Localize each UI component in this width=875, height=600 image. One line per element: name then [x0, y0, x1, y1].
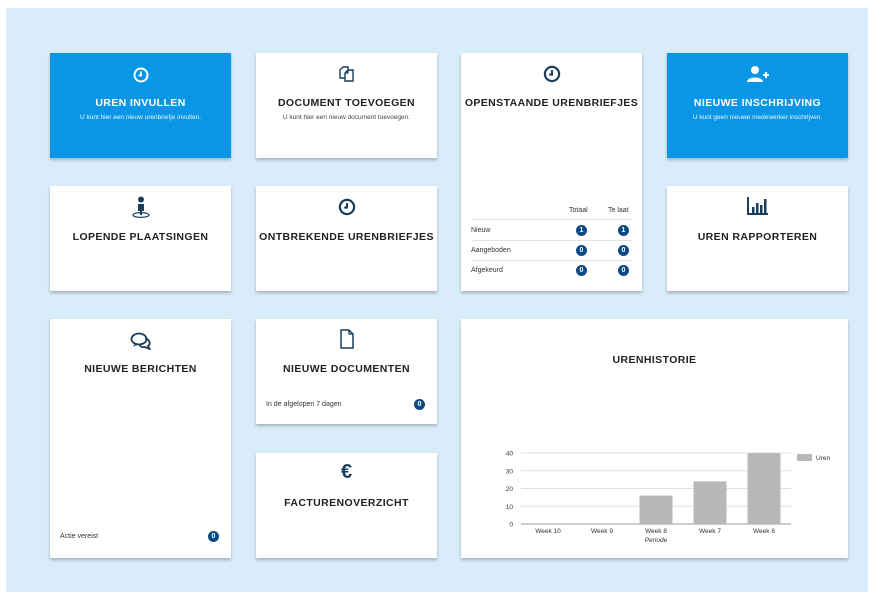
- count-badge-te-laat: 0: [618, 265, 629, 276]
- add-user-icon: [746, 66, 769, 82]
- tile-title: LOPENDE PLAATSINGEN: [72, 231, 209, 243]
- document-icon: [339, 329, 354, 349]
- x-tick-label: Week 10: [535, 528, 561, 535]
- row-label: Aangeboden: [471, 247, 511, 254]
- tile-title: NIEUWE BERICHTEN: [84, 363, 197, 375]
- x-tick-label: Week 7: [699, 528, 721, 535]
- clock-icon: [543, 65, 560, 83]
- tile-title: NIEUWE INSCHRIJVING: [693, 97, 822, 109]
- tile-title: ONTBREKENDE URENBRIEFJES: [259, 231, 434, 243]
- period-label: In de afgelopen 7 dagen: [266, 401, 342, 408]
- chat-bubbles-icon: [130, 332, 151, 350]
- tile-document-toevoegen[interactable]: DOCUMENT TOEVOEGEN U kunt hier een nieuw…: [256, 53, 437, 158]
- tile-nieuwe-inschrijving[interactable]: NIEUWE INSCHRIJVING U kunt geen nieuwe m…: [667, 53, 848, 158]
- tile-nieuwe-documenten[interactable]: NIEUWE DOCUMENTEN In de afgelopen 7 dage…: [256, 319, 437, 424]
- count-badge-te-laat: 0: [618, 245, 629, 256]
- tile-facturenoverzicht[interactable]: € FACTURENOVERZICHT: [256, 453, 437, 558]
- divider: [471, 240, 632, 241]
- tile-uren-invullen[interactable]: UREN INVULLEN U kunt hier een nieuw uren…: [50, 53, 231, 158]
- divider: [471, 260, 632, 261]
- tile-uren-rapporteren[interactable]: UREN RAPPORTEREN: [667, 186, 848, 291]
- tile-title: DOCUMENT TOEVOEGEN: [277, 97, 416, 109]
- x-tick-label: Week 6: [753, 528, 775, 535]
- y-tick-label: 20: [506, 486, 514, 493]
- bar-chart-icon: [746, 197, 768, 215]
- y-tick-label: 40: [506, 451, 514, 458]
- tile-lopende-plaatsingen[interactable]: LOPENDE PLAATSINGEN: [50, 186, 231, 291]
- count-badge-te-laat: 1: [618, 225, 629, 236]
- column-header-totaal: Totaal: [569, 207, 588, 214]
- tile-title: URENHISTORIE: [612, 354, 697, 366]
- tile-subtitle: U kunt geen nieuwe medewerker inschrijve…: [692, 114, 823, 121]
- y-tick-label: 10: [506, 504, 514, 511]
- legend-label: Uren: [816, 455, 830, 462]
- copy-documents-icon: [338, 66, 354, 82]
- bar: [747, 453, 781, 524]
- euro-icon: €: [340, 461, 353, 483]
- bar: [693, 481, 727, 524]
- tile-subtitle: U kunt hier een nieuw document toevoegen…: [282, 114, 411, 121]
- column-header-te-laat: Te laat: [608, 207, 629, 214]
- tile-title: OPENSTAANDE URENBRIEFJES: [464, 97, 639, 109]
- legend-swatch: [797, 454, 812, 461]
- count-badge-totaal: 0: [576, 245, 587, 256]
- row-label: Afgekeurd: [471, 267, 503, 274]
- actie-vereist-label: Actie vereist: [60, 533, 99, 540]
- bar: [639, 495, 673, 524]
- tile-openstaande-urenbriefjes[interactable]: OPENSTAANDE URENBRIEFJES Totaal Te laat …: [461, 53, 642, 291]
- tile-title: FACTURENOVERZICHT: [284, 497, 409, 509]
- x-tick-label: Week 8: [645, 528, 667, 535]
- clock-icon: [338, 198, 355, 216]
- divider: [471, 219, 632, 220]
- tile-ontbrekende-urenbriefjes[interactable]: ONTBREKENDE URENBRIEFJES: [256, 186, 437, 291]
- x-tick-label: Week 9: [591, 528, 613, 535]
- tile-urenhistorie[interactable]: URENHISTORIE 0 10 20 30 40 Week 10 Week 9 Week …: [461, 319, 848, 558]
- count-badge: 0: [414, 399, 425, 410]
- count-badge-totaal: 1: [576, 225, 587, 236]
- clock-icon: [133, 67, 148, 83]
- tile-title: NIEUWE DOCUMENTEN: [283, 363, 410, 375]
- tile-title: UREN RAPPORTEREN: [697, 231, 818, 243]
- x-axis-label: Periode: [645, 537, 668, 544]
- person-location-icon: [131, 196, 150, 218]
- urenhistorie-chart: 0 10 20 30 40 Week 10 Week 9 Week 8 Week 7 Week 6…: [506, 451, 831, 545]
- y-tick-label: 0: [509, 522, 513, 529]
- tile-subtitle: U kunt hier een nieuw urenbriefje invull…: [79, 114, 202, 121]
- row-label: Nieuw: [471, 227, 491, 234]
- count-badge: 0: [208, 531, 219, 542]
- count-badge-totaal: 0: [576, 265, 587, 276]
- tile-nieuwe-berichten[interactable]: NIEUWE BERICHTEN Actie vereist 0: [50, 319, 231, 558]
- tile-title: UREN INVULLEN: [95, 97, 186, 109]
- y-tick-label: 30: [506, 468, 514, 475]
